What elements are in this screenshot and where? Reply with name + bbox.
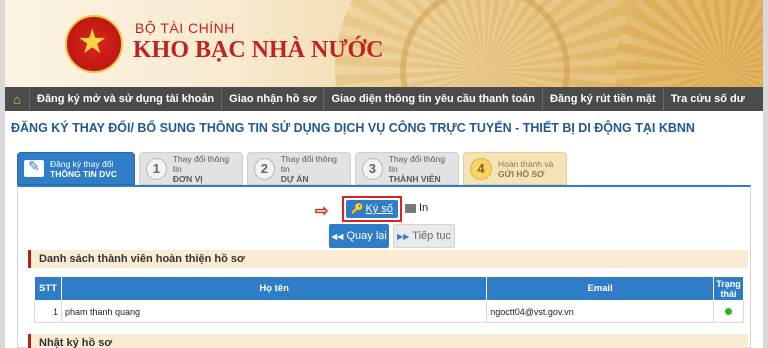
key-icon: 🔑 (351, 203, 364, 215)
content-panel: ⇨ 🔑 Ký số In ◀◀ Quay lại ▶▶ Tiếp tục Dan… (17, 185, 751, 348)
header-banner: ★ BỘ TÀI CHÍNH KHO BẠC NHÀ NƯỚC (5, 0, 763, 87)
step-line1: Thay đổi thông tin (280, 153, 337, 174)
next-icon: ▶▶ (396, 231, 410, 241)
status-dot-icon (724, 307, 732, 315)
wizard-steps: Đăng ký thay đổiTHÔNG TIN DVC 1 Thay đổi… (17, 152, 571, 185)
table-header-row: STT Họ tên Email Trạng thái (34, 276, 745, 301)
table-row[interactable]: 1 pham thanh quang ngoctt04@vst.gov.vn (34, 300, 745, 323)
col-status: Trạng thái (712, 276, 745, 301)
print-button[interactable]: In (405, 202, 428, 214)
main-nav: ⌂ Đăng ký mở và sử dụng tài khoản Giao n… (5, 87, 763, 111)
members-section-title: Danh sách thành viên hoàn thiện hồ sơ (28, 250, 748, 268)
sign-label: Ký số (365, 203, 393, 215)
nav-item-balance-lookup[interactable]: Tra cứu số dư (662, 87, 752, 111)
cell-email: ngoctt04@vst.gov.vn (486, 300, 714, 323)
back-icon: ◀◀ (331, 231, 344, 241)
step-line2: GỬI HỒ SƠ (498, 168, 545, 179)
cell-stt: 1 (34, 300, 62, 323)
printer-icon (405, 203, 416, 213)
step-project[interactable]: 2 Thay đổi thông tin DỰ ÁN (247, 152, 351, 185)
back-button[interactable]: ◀◀ Quay lại (329, 224, 389, 248)
drum-ring-decoration (400, 0, 570, 87)
step-line2: ĐƠN VỊ (172, 173, 203, 184)
nav-item-account-registration[interactable]: Đăng ký mở và sử dụng tài khoản (29, 87, 221, 111)
home-icon[interactable]: ⌂ (5, 87, 29, 111)
nav-item-cash-withdrawal[interactable]: Đăng ký rút tiền mặt (541, 87, 663, 111)
step-unit[interactable]: 1 Thay đổi thông tin ĐƠN VỊ (139, 152, 243, 185)
star-icon: ★ (77, 23, 108, 61)
drum-pattern-decoration (615, 0, 763, 87)
col-email: Email (486, 276, 714, 301)
back-label: Quay lại (346, 230, 387, 242)
arrow-right-icon: ⇨ (315, 203, 329, 220)
print-label: In (419, 202, 429, 214)
step-submit[interactable]: 4 Hoàn thành và GỬI HỒ SƠ (463, 152, 567, 185)
next-label: Tiếp tục (412, 230, 452, 242)
nav-item-payment-request[interactable]: Giao diện thông tin yêu cầu thanh toán (323, 87, 542, 111)
col-name: Họ tên (60, 276, 488, 301)
cell-name: pham thanh quang (60, 300, 488, 323)
col-stt: STT (34, 276, 62, 301)
step-line2: DỰ ÁN (280, 173, 309, 184)
step-member[interactable]: 3 Thay đổi thông tin THÀNH VIÊN (355, 152, 459, 185)
step-number: 4 (470, 157, 492, 180)
members-table: STT Họ tên Email Trạng thái 1 pham thanh… (34, 276, 745, 323)
step-number: 1 (146, 157, 167, 180)
step-line1: Đăng ký thay đổi (50, 158, 114, 169)
sign-button[interactable]: 🔑 Ký số (346, 200, 398, 218)
app-window: ★ BỘ TÀI CHÍNH KHO BẠC NHÀ NƯỚC ⌂ Đăng k… (5, 0, 763, 348)
step-dvc-info[interactable]: Đăng ký thay đổiTHÔNG TIN DVC (17, 152, 135, 185)
step-line2: THÔNG TIN DVC (50, 168, 118, 179)
step-line1: Thay đổi thông tin (172, 153, 229, 174)
step-line1: Thay đổi thông tin (388, 153, 445, 174)
log-section-title: Nhật ký hồ sơ (28, 334, 748, 348)
nav-item-document-exchange[interactable]: Giao nhận hồ sơ (221, 87, 323, 111)
edit-form-icon (24, 158, 44, 177)
next-button[interactable]: ▶▶ Tiếp tục (393, 224, 455, 248)
org-top-label: BỘ TÀI CHÍNH (135, 20, 235, 36)
step-number: 3 (362, 157, 383, 180)
org-main-label[interactable]: KHO BẠC NHÀ NƯỚC (133, 37, 383, 64)
step-number: 2 (254, 157, 275, 180)
treasury-logo[interactable]: ★ (65, 15, 123, 73)
step-line1: Hoàn thành và (498, 158, 554, 169)
cell-status (712, 300, 745, 323)
page-title: ĐĂNG KÝ THAY ĐỔI/ BỔ SUNG THÔNG TIN SỬ D… (11, 121, 695, 135)
step-line2: THÀNH VIÊN (388, 173, 441, 184)
